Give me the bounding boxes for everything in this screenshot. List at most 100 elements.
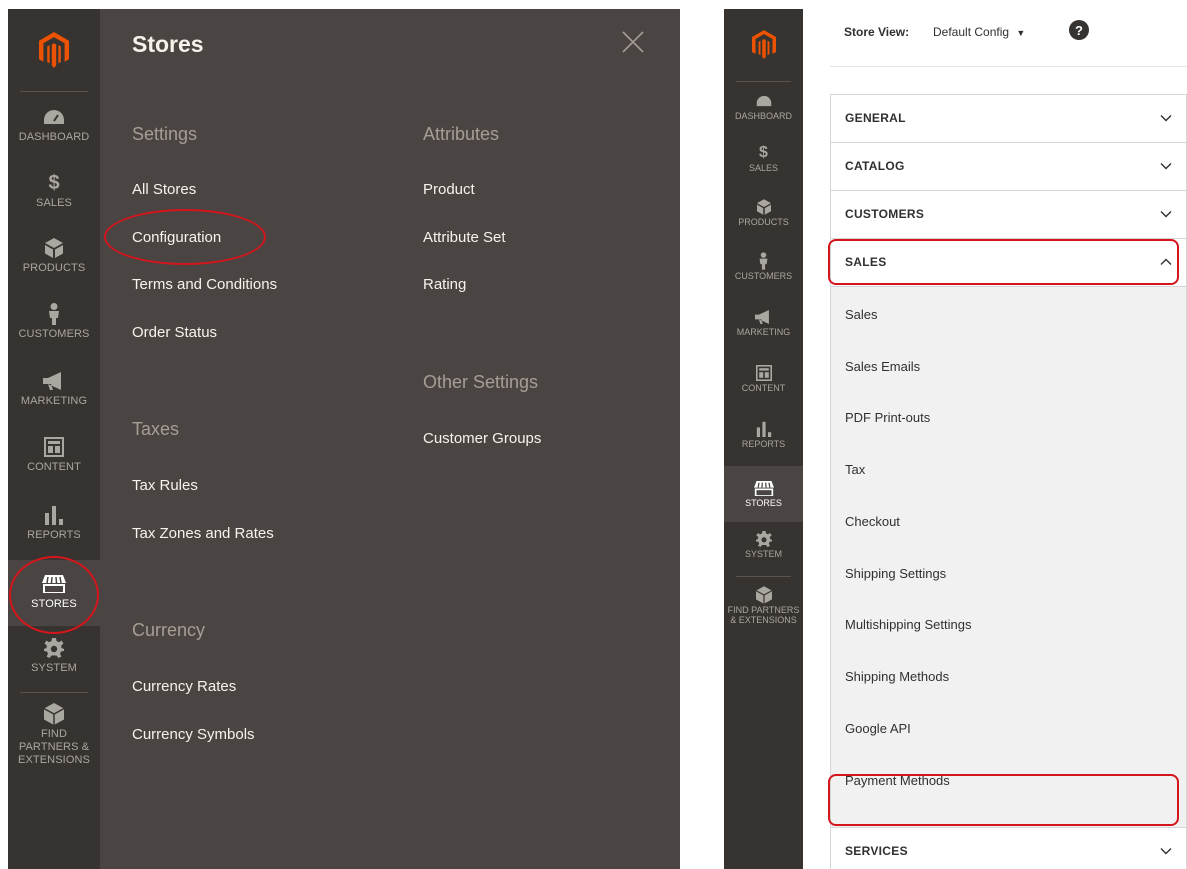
- link-currency-symbols[interactable]: Currency Symbols: [132, 726, 255, 743]
- config-link-shipping-settings[interactable]: Shipping Settings: [845, 566, 946, 581]
- storefront-icon: [753, 478, 774, 498]
- partners-cube-icon: [755, 585, 772, 605]
- sidebar-item-label: CONTENT: [27, 461, 81, 473]
- close-icon[interactable]: [618, 27, 648, 57]
- sidebar-item-system[interactable]: SYSTEM: [724, 529, 803, 573]
- sidebar-item-label: CONTENT: [741, 383, 786, 393]
- sidebar-item-reports[interactable]: REPORTS: [8, 503, 100, 559]
- megaphone-icon: [755, 307, 772, 327]
- config-link-sales[interactable]: Sales: [845, 307, 878, 322]
- sidebar-item-label: CUSTOMERS: [734, 271, 793, 281]
- other-settings-heading: Other Settings: [423, 372, 539, 392]
- link-tax-rules[interactable]: Tax Rules: [132, 477, 198, 494]
- link-order-status[interactable]: Order Status: [132, 324, 217, 341]
- sidebar-item-reports[interactable]: REPORTS: [724, 419, 803, 463]
- sidebar-item-label: MARKETING: [20, 395, 88, 407]
- sidebar-item-products[interactable]: PRODUCTS: [724, 197, 803, 241]
- sidebar-item-content[interactable]: CONTENT: [724, 363, 803, 407]
- store-view-dropdown[interactable]: Default Config ▼: [933, 25, 1025, 39]
- link-tax-zones-and-rates[interactable]: Tax Zones and Rates: [132, 525, 274, 542]
- storefront-icon: [42, 572, 66, 596]
- dashboard-gauge-icon: [43, 105, 65, 129]
- section-customers[interactable]: CUSTOMERS: [831, 191, 1186, 239]
- sidebar-item-dashboard[interactable]: DASHBOARD: [8, 105, 100, 161]
- sidebar-item-find-partners[interactable]: FIND PARTNERS & EXTENSIONS: [8, 702, 100, 772]
- config-link-pdf-print-outs[interactable]: PDF Print-outs: [845, 410, 930, 425]
- section-services[interactable]: SERVICES: [831, 827, 1186, 869]
- sales-subsection-list: Sales Sales Emails PDF Print-outs Tax Ch…: [831, 287, 1186, 827]
- sidebar-item-marketing[interactable]: MARKETING: [8, 369, 100, 425]
- link-rating[interactable]: Rating: [423, 276, 466, 293]
- sidebar-item-stores[interactable]: STORES: [724, 466, 803, 522]
- config-link-payment-methods[interactable]: Payment Methods: [845, 773, 950, 788]
- cube-icon: [756, 197, 771, 217]
- partners-cube-icon: [44, 702, 64, 726]
- chevron-down-icon: [1160, 848, 1172, 855]
- admin-sidebar: DASHBOARD $ SALES PRODUCTS CUSTOMERS MAR…: [8, 9, 100, 869]
- link-configuration[interactable]: Configuration: [132, 229, 221, 246]
- section-catalog[interactable]: CATALOG: [831, 143, 1186, 191]
- sidebar-item-label: DASHBOARD: [734, 111, 792, 121]
- link-all-stores[interactable]: All Stores: [132, 181, 196, 198]
- sidebar-item-label: FIND PARTNERS & EXTENSIONS: [727, 605, 800, 625]
- sidebar-item-find-partners[interactable]: FIND PARTNERS & EXTENSIONS: [724, 585, 803, 637]
- cube-icon: [45, 236, 63, 260]
- sidebar-item-sales[interactable]: $ SALES: [8, 171, 100, 227]
- sidebar-divider: [20, 692, 88, 693]
- currency-heading: Currency: [132, 620, 206, 640]
- sidebar-item-label: STORES: [745, 498, 782, 508]
- bar-chart-icon: [44, 503, 64, 527]
- caret-down-icon: ▼: [1016, 28, 1026, 38]
- dashboard-gauge-icon: [756, 91, 772, 111]
- section-title: SERVICES: [845, 844, 908, 858]
- admin-sidebar: DASHBOARD $ SALES PRODUCTS CUSTOMERS MAR…: [724, 9, 803, 869]
- sidebar-item-label: DASHBOARD: [18, 131, 90, 143]
- sidebar-item-label: PRODUCTS: [738, 217, 789, 227]
- settings-heading: Settings: [132, 124, 198, 144]
- link-product[interactable]: Product: [423, 181, 475, 198]
- section-sales[interactable]: SALES: [831, 239, 1186, 287]
- sidebar-item-products[interactable]: PRODUCTS: [8, 236, 100, 292]
- stores-flyout-menu: Stores Settings All Stores Configuration…: [100, 9, 680, 869]
- configuration-screenshot: DASHBOARD $ SALES PRODUCTS CUSTOMERS MAR…: [724, 9, 1187, 869]
- magento-logo-icon[interactable]: [724, 9, 803, 79]
- sidebar-item-system[interactable]: SYSTEM: [8, 636, 100, 692]
- sidebar-item-marketing[interactable]: MARKETING: [724, 307, 803, 351]
- link-attribute-set[interactable]: Attribute Set: [423, 229, 506, 246]
- sidebar-item-dashboard[interactable]: DASHBOARD: [724, 91, 803, 135]
- bar-chart-icon: [756, 419, 772, 439]
- sidebar-divider: [20, 91, 88, 92]
- sidebar-divider: [736, 81, 791, 82]
- sidebar-item-content[interactable]: CONTENT: [8, 435, 100, 491]
- person-icon: [758, 251, 769, 271]
- sidebar-item-sales[interactable]: $ SALES: [724, 143, 803, 187]
- layout-icon: [44, 435, 64, 459]
- config-link-checkout[interactable]: Checkout: [845, 514, 900, 529]
- sidebar-item-stores[interactable]: STORES: [8, 560, 100, 626]
- sidebar-item-label: SYSTEM: [744, 549, 782, 559]
- sidebar-item-customers[interactable]: CUSTOMERS: [724, 251, 803, 295]
- config-link-sales-emails[interactable]: Sales Emails: [845, 359, 920, 374]
- magento-logo-icon[interactable]: [8, 9, 100, 91]
- dollar-icon: $: [759, 144, 768, 161]
- sidebar-item-customers[interactable]: CUSTOMERS: [8, 302, 100, 358]
- sidebar-item-label: CUSTOMERS: [18, 328, 90, 340]
- section-general[interactable]: GENERAL: [831, 95, 1186, 143]
- section-title: GENERAL: [845, 111, 906, 125]
- help-icon[interactable]: ?: [1069, 20, 1089, 40]
- sidebar-item-label: REPORTS: [27, 529, 81, 541]
- chevron-down-icon: [1160, 163, 1172, 170]
- link-customer-groups[interactable]: Customer Groups: [423, 430, 541, 447]
- sidebar-item-label: FIND PARTNERS & EXTENSIONS: [18, 728, 90, 766]
- link-currency-rates[interactable]: Currency Rates: [132, 678, 236, 695]
- gear-icon: [44, 636, 64, 660]
- config-link-multishipping-settings[interactable]: Multishipping Settings: [845, 617, 971, 632]
- config-link-google-api[interactable]: Google API: [845, 721, 911, 736]
- taxes-heading: Taxes: [132, 419, 180, 439]
- config-link-shipping-methods[interactable]: Shipping Methods: [845, 669, 949, 684]
- config-sections-list: GENERAL CATALOG CUSTOMERS SALES Sales Sa…: [830, 94, 1187, 869]
- config-link-tax[interactable]: Tax: [845, 462, 865, 477]
- link-terms-and-conditions[interactable]: Terms and Conditions: [132, 276, 277, 293]
- dollar-icon: $: [48, 171, 60, 194]
- store-view-label: Store View:: [844, 25, 910, 39]
